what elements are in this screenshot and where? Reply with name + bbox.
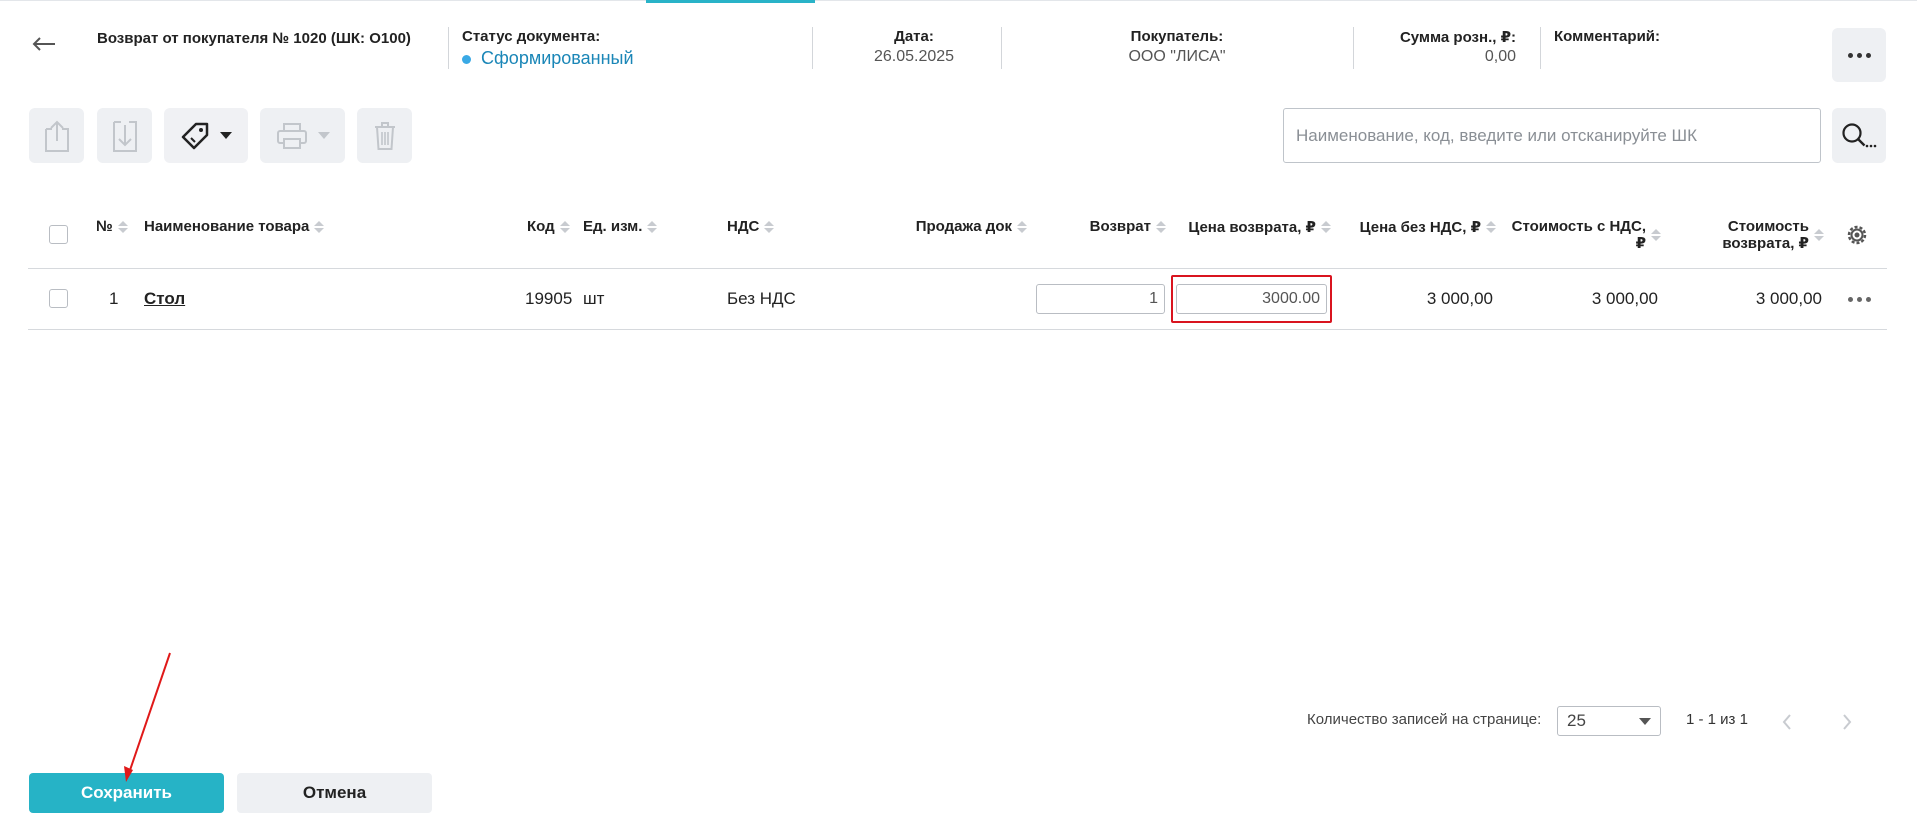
row-vat: Без НДС [727, 289, 796, 308]
sort-icon [1321, 221, 1331, 233]
gear-icon [1847, 225, 1867, 245]
chevron-left-icon [1782, 714, 1791, 730]
trash-icon [374, 121, 395, 150]
top-divider [0, 0, 1917, 1]
sort-icon [559, 220, 570, 233]
return-qty-input[interactable] [1036, 284, 1165, 314]
sort-icon [314, 220, 325, 233]
header-divider [1001, 27, 1002, 69]
printer-icon [276, 122, 307, 149]
comment-label: Комментарий: [1554, 28, 1661, 45]
buyer-label: Покупатель: [1130, 28, 1224, 45]
date-value: 26.05.2025 [873, 48, 955, 65]
highlight-box [1171, 275, 1332, 323]
per-page-select[interactable]: 25 [1557, 706, 1661, 736]
chevron-down-icon [317, 131, 330, 139]
header-divider [448, 27, 449, 69]
sort-icon [764, 220, 775, 233]
status-label: Статус документа: [462, 28, 601, 45]
column-header-num[interactable]: № [96, 218, 128, 235]
status-value: Сформированный [481, 48, 634, 68]
header-divider [812, 27, 813, 69]
column-header-cost-return[interactable]: Стоимость возврата, ₽ [1680, 218, 1824, 252]
select-all-checkbox[interactable] [49, 225, 68, 244]
column-header-vat[interactable]: НДС [727, 218, 775, 235]
row-num: 1 [109, 289, 119, 308]
price-tag-icon [181, 122, 209, 149]
product-name-link[interactable]: Стол [144, 289, 185, 309]
pagination-range: 1 - 1 из 1 [1686, 711, 1748, 728]
back-arrow-icon[interactable] [28, 30, 60, 58]
table-header-divider [28, 268, 1887, 269]
document-title: Возврат от покупателя № 1020 (ШК: О100) [97, 30, 411, 47]
column-header-sale-doc[interactable]: Продажа док [880, 218, 1027, 235]
download-file-icon [112, 120, 137, 152]
prev-page-button[interactable] [1773, 708, 1801, 736]
row-more-icon[interactable] [1844, 292, 1874, 306]
search-input[interactable] [1283, 108, 1821, 163]
sum-value: 0,00 [1484, 48, 1516, 65]
print-button[interactable] [260, 108, 345, 163]
column-header-name[interactable]: Наименование товара [144, 218, 325, 235]
header-divider [1353, 27, 1354, 69]
status-dot-icon [462, 55, 471, 65]
upload-file-icon [44, 120, 69, 152]
sort-icon [1486, 221, 1496, 233]
row-price-no-vat: 3 000,00 [1426, 289, 1493, 308]
row-code: 19905 [525, 289, 573, 308]
column-header-price-no-vat[interactable]: Цена без НДС, ₽ [1340, 218, 1496, 236]
buyer-value: ООО "ЛИСА" [1128, 48, 1226, 65]
sort-icon [647, 220, 658, 233]
row-cost-vat: 3 000,00 [1591, 289, 1658, 308]
sort-icon [1814, 229, 1824, 241]
header-divider [1540, 27, 1541, 69]
import-button[interactable] [97, 108, 152, 163]
date-label: Дата: [894, 28, 934, 45]
search-icon [1842, 122, 1877, 147]
column-header-return-price[interactable]: Цена возврата, ₽ [1175, 218, 1331, 236]
table-row-divider [28, 329, 1887, 330]
per-page-label: Количество записей на странице: [1307, 711, 1542, 728]
column-header-unit[interactable]: Ед. изм. [583, 218, 658, 235]
sort-icon [1017, 220, 1027, 233]
active-tab-indicator [646, 0, 815, 3]
delete-button[interactable] [357, 108, 412, 163]
next-page-button[interactable] [1833, 708, 1861, 736]
column-settings-button[interactable] [1845, 223, 1869, 247]
annotation-arrow [124, 652, 171, 782]
export-button[interactable] [29, 108, 84, 163]
sort-icon [1651, 229, 1661, 241]
caret-down-icon [1639, 717, 1651, 725]
row-checkbox[interactable] [49, 289, 68, 308]
sort-icon [117, 220, 128, 233]
chevron-right-icon [1843, 714, 1852, 730]
per-page-value: 25 [1567, 711, 1586, 730]
more-actions-button[interactable] [1832, 28, 1886, 82]
column-header-code[interactable]: Код [527, 218, 570, 235]
status-badge: Сформированный [462, 48, 634, 69]
column-header-cost-vat[interactable]: Стоимость с НДС, ₽ [1500, 218, 1661, 252]
row-unit: шт [583, 289, 605, 308]
sum-label: Сумма розн., ₽: [1399, 29, 1516, 46]
row-cost-return: 3 000,00 [1755, 289, 1822, 308]
search-button[interactable] [1832, 108, 1886, 163]
chevron-down-icon [220, 131, 232, 139]
cancel-button[interactable]: Отмена [237, 773, 432, 813]
price-tag-button[interactable] [164, 108, 248, 163]
column-header-return[interactable]: Возврат [1040, 218, 1166, 235]
more-horizontal-icon [1847, 52, 1871, 58]
sort-icon [1156, 220, 1166, 233]
